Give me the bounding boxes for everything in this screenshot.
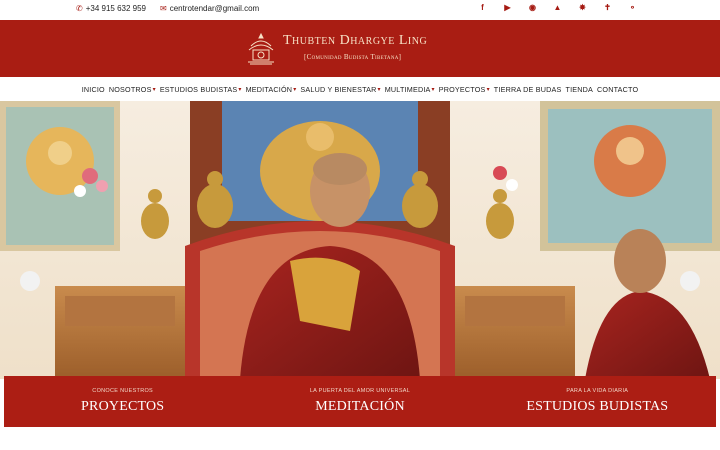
nav-item-meditacion[interactable]: Meditación ▾ <box>246 85 297 94</box>
cta-proyectos[interactable]: CONOCE NUESTROS PROYECTOS <box>4 376 241 427</box>
envelope-icon: ✉ <box>159 4 167 13</box>
cta-kicker: CONOCE NUESTROS <box>92 388 154 394</box>
nav-item-estudios-budistas[interactable]: Estudios Budistas ▾ <box>160 85 242 94</box>
chevron-down-icon: ▾ <box>293 86 297 93</box>
top-bar: ✆ +34 915 632 959 ✉ centrotendar@gmail.c… <box>0 0 720 20</box>
nav-item-contacto[interactable]: Contacto <box>597 85 638 94</box>
hero-illustration <box>0 101 720 379</box>
email-address: centrotendar@gmail.com <box>169 4 260 13</box>
cta-kicker: PARA LA VIDA DIARIA <box>566 388 629 394</box>
bell-icon[interactable]: ⚬ <box>620 3 645 12</box>
contact-info: ✆ +34 915 632 959 ✉ centrotendar@gmail.c… <box>76 4 259 13</box>
instagram-icon[interactable]: ◉ <box>520 3 545 12</box>
phone-link[interactable]: ✆ +34 915 632 959 <box>76 4 146 13</box>
cta-heading[interactable]: ESTUDIOS BUDISTAS <box>526 399 668 415</box>
nav-item-inicio[interactable]: Inicio <box>82 85 105 94</box>
cta-heading[interactable]: PROYECTOS <box>81 399 164 415</box>
site-title[interactable]: Thubten Dhargye Ling <box>283 33 427 49</box>
nav-item-salud-bienestar[interactable]: Salud y Bienestar ▾ <box>300 85 380 94</box>
nav-item-multimedia[interactable]: Multimedia ▾ <box>385 85 435 94</box>
cta-heading[interactable]: MEDITACIÓN <box>315 399 405 415</box>
cta-meditacion[interactable]: LA PUERTA DEL AMOR UNIVERSAL MEDITACIÓN <box>241 376 478 427</box>
main-nav: Inicio Nosotros ▾ Estudios Budistas ▾ Medi… <box>0 77 720 101</box>
nav-item-proyectos[interactable]: Proyectos ▾ <box>439 85 490 94</box>
hero-image <box>0 101 720 379</box>
cta-bar: CONOCE NUESTROS PROYECTOS LA PUERTA DEL … <box>4 376 716 427</box>
youtube-icon[interactable]: ▶ <box>495 3 520 12</box>
phone-icon: ✆ <box>76 4 83 13</box>
chevron-down-icon: ▾ <box>431 86 435 93</box>
nav-item-tierra-de-budas[interactable]: Tierra de Budas <box>494 85 562 94</box>
nav-item-tienda[interactable]: Tienda <box>565 85 593 94</box>
dharma-wheel-icon[interactable]: ✸ <box>570 3 595 12</box>
stupa-icon[interactable]: ▲ <box>545 3 570 12</box>
facebook-icon[interactable]: f <box>470 3 495 12</box>
phone-number: +34 915 632 959 <box>85 4 146 13</box>
chevron-down-icon: ▾ <box>152 86 156 93</box>
chevron-down-icon: ▾ <box>377 86 381 93</box>
chevron-down-icon: ▾ <box>486 86 490 93</box>
email-link[interactable]: ✉ centrotendar@gmail.com <box>160 4 259 13</box>
site-subtitle: [Comunidad Budista Tibetana] <box>304 53 402 61</box>
social-links: f ▶ ◉ ▲ ✸ ✝ ⚬ <box>470 3 645 12</box>
nav-item-nosotros[interactable]: Nosotros ▾ <box>109 85 156 94</box>
cta-kicker: LA PUERTA DEL AMOR UNIVERSAL <box>309 388 411 394</box>
header-banner: Thubten Dhargye Ling [Comunidad Budista … <box>0 20 720 77</box>
vajra-icon[interactable]: ✝ <box>595 3 620 12</box>
chevron-down-icon: ▾ <box>238 86 242 93</box>
temple-logo[interactable] <box>246 32 276 66</box>
cta-estudios-budistas[interactable]: PARA LA VIDA DIARIA ESTUDIOS BUDISTAS <box>479 376 716 427</box>
